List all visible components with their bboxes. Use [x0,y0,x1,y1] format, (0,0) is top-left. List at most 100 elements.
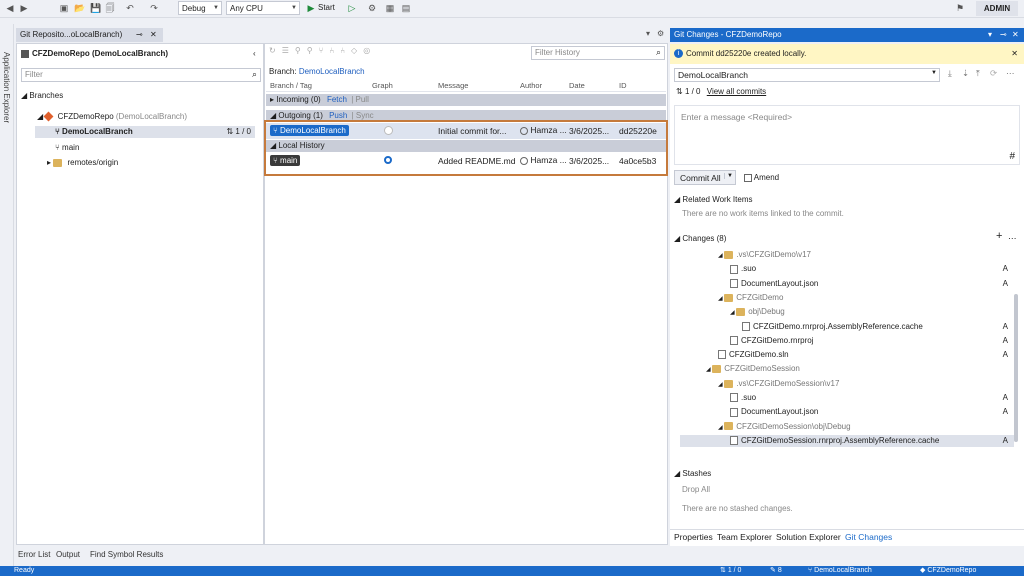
status-repo[interactable]: ◆ CFZDemoRepo [920,566,976,576]
sidebar-item-main[interactable]: ⑂ main [55,142,79,154]
commit-row[interactable]: ⑂ main Added README.md Hamza ... 3/6/202… [266,153,666,169]
feedback-icon[interactable]: ⚑ [954,2,966,14]
refresh-icon[interactable]: ↻ [269,46,282,55]
repo-node[interactable]: ◢ CFZDemoRepo (DemoLocalBranch) [37,111,187,123]
status-changes[interactable]: ✎ 8 [770,566,782,576]
tree-file-item[interactable]: .suo A [680,263,1014,275]
tree-folder-item[interactable]: ◢ .vs\CFZGitDemoSession\v17 [680,378,1014,391]
more-icon[interactable]: ⋯ [1008,233,1017,244]
tab-find-symbol-results[interactable]: Find Symbol Results [90,548,163,562]
local-history-section[interactable]: ◢ Local History [266,140,666,152]
history-filter-input[interactable]: Filter History ⌕ [531,46,665,60]
start-without-debug-icon[interactable]: ▷ [346,2,358,14]
tree-file-item[interactable]: CFZGitDemo.rnrproj A [680,335,1014,347]
outgoing-section[interactable]: ◢ Outgoing (1) Push | Sync [266,110,666,122]
platform-select[interactable]: Any CPU ▼ [226,1,300,15]
zoom-icon[interactable]: ⚲ [295,46,307,55]
save-icon[interactable]: 💾 [90,2,102,14]
tab-solution-explorer[interactable]: Solution Explorer [776,532,841,542]
add-icon[interactable]: + [996,230,1002,242]
back-icon[interactable]: ◀ [4,2,16,14]
fetch-icon[interactable]: ⤓ [948,68,952,79]
push-link[interactable]: Push [329,111,347,120]
open-icon[interactable]: 📂 [74,2,86,14]
fetch-link[interactable]: Fetch [327,95,347,104]
new-project-icon[interactable]: ▣ [58,2,70,14]
git-repository-tab[interactable]: Git Reposito...oLocalBranch) ⊸ ✕ [16,28,163,42]
branch-selector[interactable]: Branch: DemoLocalBranch [269,66,365,78]
dropdown-icon[interactable]: ▾ [646,29,650,38]
start-button[interactable]: Start [318,3,335,12]
related-work-items-header[interactable]: ◢ Related Work Items [674,194,753,206]
tree-folder-item[interactable]: ◢ .vs\CFZGitDemo\v17 [680,249,1014,262]
tab-output[interactable]: Output [56,548,80,562]
commit-row[interactable]: ⑂ DemoLocalBranch Initial commit for... … [266,123,666,139]
tree-file-item[interactable]: CFZGitDemoSession.rnrproj.AssemblyRefere… [680,434,1014,447]
pin-icon[interactable]: ⊸ [136,28,143,42]
tree-file-item[interactable]: CFZGitDemo.sln A [680,349,1014,361]
hashtag-icon[interactable]: # [1009,151,1015,162]
dropdown-icon[interactable]: ▾ [988,28,992,42]
zoom-out-icon[interactable]: ⚲ [307,46,319,55]
tree-file-item[interactable]: DocumentLayout.json A [680,406,1014,418]
column-message[interactable]: Message [438,80,468,92]
branch-select[interactable]: DemoLocalBranch ▼ [674,68,940,82]
list-icon[interactable]: ☰ [282,46,295,55]
tree-folder-item[interactable]: ◢ CFZGitDemoSession [680,363,1014,376]
status-branch[interactable]: ⑂ DemoLocalBranch [808,566,872,576]
stashes-header[interactable]: ◢ Stashes [674,468,711,480]
branches-header[interactable]: ◢ Branches [21,90,63,102]
tag-icon[interactable]: ◇ [351,46,363,55]
sync-link[interactable]: Sync [356,111,374,120]
user-account-button[interactable]: ADMIN [976,1,1018,16]
status-sync[interactable]: ⇅ 1 / 0 [720,566,741,576]
sidebar-item-demolocalbranch[interactable]: ⑂ DemoLocalBranch ⇅ 1 / 0 [35,126,255,138]
tab-git-changes[interactable]: Git Changes [845,532,892,542]
gear-icon[interactable]: ⚙ [657,29,664,38]
column-date[interactable]: Date [569,80,585,92]
branch-value[interactable]: DemoLocalBranch [299,67,365,76]
close-icon[interactable]: ✕ [1011,44,1018,64]
undo-icon[interactable]: ↶ [124,2,136,14]
commit-all-button[interactable]: Commit All ▼ [674,170,736,185]
collapse-icon[interactable]: ‹ [253,49,256,58]
more-icon[interactable]: ⋯ [1006,68,1015,79]
sync-icon[interactable]: ⟳ [990,68,997,79]
forward-icon[interactable]: ▶ [18,2,30,14]
push-icon[interactable]: ⤒ [976,68,980,79]
commit-message-input[interactable]: Enter a message <Required> # [674,105,1020,165]
visibility-icon[interactable]: ◎ [363,46,376,55]
column-author[interactable]: Author [520,80,542,92]
tab-error-list[interactable]: Error List [18,548,50,562]
tree-folder-item[interactable]: ◢ obj\Debug [680,306,1014,319]
tree-file-item[interactable]: .suo A [680,392,1014,404]
toolbar-layout-icon[interactable]: ▤ [400,2,412,14]
redo-icon[interactable]: ↷ [148,2,160,14]
application-explorer-tab[interactable]: Application Explorer [2,52,11,123]
pin-icon[interactable]: ⊸ [1000,28,1007,42]
toolbar-tool-icon[interactable]: ⚙ [366,2,378,14]
tree-folder-item[interactable]: ◢ CFZGitDemo [680,292,1014,305]
tree-folder-item[interactable]: ◢ CFZGitDemoSession\obj\Debug [680,421,1014,434]
checkbox-icon[interactable] [744,173,752,182]
view-all-commits-link[interactable]: View all commits [707,87,766,96]
tree-file-item[interactable]: DocumentLayout.json A [680,278,1014,290]
branch-filter-input[interactable]: Filter ⌕ [21,68,261,82]
sidebar-item-remotes[interactable]: ▸ remotes/origin [47,157,118,169]
tab-team-explorer[interactable]: Team Explorer [717,532,772,542]
configuration-select[interactable]: Debug ▼ [178,1,222,15]
tab-properties[interactable]: Properties [674,532,713,542]
start-icon[interactable]: ▶ [305,2,317,14]
save-all-icon[interactable]: 🗐 [104,2,116,14]
column-graph[interactable]: Graph [372,80,393,92]
pull-icon[interactable]: ⇣ [962,68,969,79]
scrollbar[interactable] [1014,294,1018,442]
amend-checkbox[interactable]: Amend [744,172,779,184]
incoming-section[interactable]: ▸ Incoming (0) Fetch | Pull [266,94,666,106]
branch-compare-icon[interactable]: ⑂ [319,46,330,55]
tree-file-item[interactable]: CFZGitDemo.rnrproj.AssemblyReference.cac… [680,321,1014,333]
changes-header[interactable]: ◢ Changes (8) [674,233,726,245]
close-icon[interactable]: ✕ [1012,28,1019,42]
merge-icon[interactable]: ⑃ [340,46,351,55]
toolbar-window-icon[interactable]: ▦ [384,2,396,14]
